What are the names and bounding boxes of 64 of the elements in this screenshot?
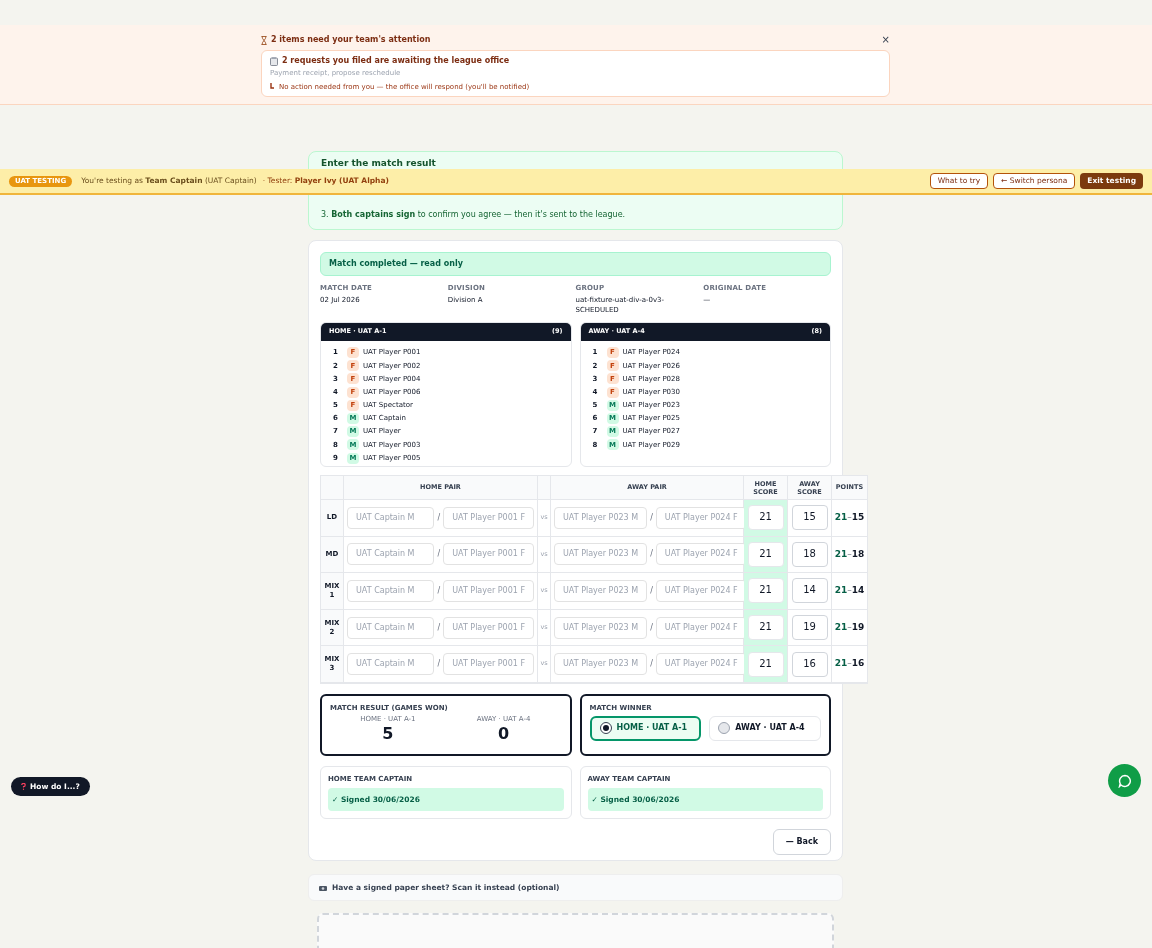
pair-separator: / xyxy=(650,621,653,634)
player-select[interactable]: UAT Captain M xyxy=(347,653,435,676)
pair-separator: / xyxy=(437,585,441,597)
score-input[interactable]: 16 xyxy=(791,651,828,677)
pair-separator: / xyxy=(437,658,441,671)
score-input[interactable]: 19 xyxy=(791,615,828,641)
question-icon xyxy=(21,783,26,790)
player-select[interactable]: UAT Player P001 F xyxy=(443,616,534,639)
games-won: 0 xyxy=(497,724,511,745)
player-select[interactable]: UAT Player P001 F xyxy=(443,580,534,602)
winner-option[interactable]: AWAY · UAT A-4 xyxy=(709,715,821,741)
score-input[interactable]: 21 xyxy=(747,651,784,677)
points-result: 21–18 xyxy=(833,547,866,561)
pair-separator: / xyxy=(650,511,653,524)
player-select[interactable]: UAT Player P023 M xyxy=(554,616,648,639)
pair-separator: / xyxy=(437,548,441,561)
player-select[interactable]: UAT Player P023 M xyxy=(554,506,648,529)
close-button[interactable]: × xyxy=(881,35,890,45)
winner-option[interactable]: HOME · UAT A-1 xyxy=(589,715,702,741)
player-select[interactable]: UAT Player P001 F xyxy=(443,543,534,566)
pair-separator: / xyxy=(437,621,441,634)
points-result: 21–15 xyxy=(833,511,866,525)
player-select[interactable]: UAT Captain M xyxy=(347,616,435,639)
score-input[interactable]: 21 xyxy=(747,541,784,567)
points-result: 21–14 xyxy=(833,584,866,598)
instructions-title: Enter the match result xyxy=(321,158,437,169)
hourglass-icon xyxy=(261,35,267,45)
score-input[interactable]: 14 xyxy=(791,578,828,604)
player-select[interactable]: UAT Player P024 F xyxy=(655,653,747,676)
radio-icon xyxy=(718,722,731,735)
player-select[interactable]: UAT Player P024 F xyxy=(655,580,747,602)
pair-separator: / xyxy=(650,585,653,597)
back-button[interactable]: — Back xyxy=(772,828,831,855)
score-input[interactable]: 15 xyxy=(791,505,828,531)
player-select[interactable]: UAT Player P001 F xyxy=(443,653,534,676)
pair-separator: / xyxy=(437,511,441,524)
score-input[interactable]: 21 xyxy=(747,505,784,531)
chat-button[interactable] xyxy=(1108,764,1141,797)
player-select[interactable]: UAT Player P024 F xyxy=(655,616,747,639)
player-select[interactable]: UAT Player P024 F xyxy=(655,506,747,529)
player-select[interactable]: UAT Captain M xyxy=(347,580,435,602)
player-select[interactable]: UAT Captain M xyxy=(347,506,435,529)
clipboard-icon xyxy=(270,56,278,66)
instructions-step: 3. Both captains sign to confirm you agree — then it's sent to the league. xyxy=(321,209,830,221)
player-select[interactable]: UAT Player P023 M xyxy=(554,580,648,602)
score-input[interactable]: 21 xyxy=(747,615,784,641)
player-select[interactable]: UAT Player P024 F xyxy=(655,543,747,566)
points-result: 21–16 xyxy=(833,657,866,671)
pair-separator: / xyxy=(650,548,653,561)
request-title: 2 requests you filed are awaiting the league office xyxy=(282,55,510,67)
chat-icon xyxy=(1117,773,1132,788)
score-input[interactable]: 21 xyxy=(747,578,784,604)
player-select[interactable]: UAT Player P001 F xyxy=(443,506,534,529)
player-select[interactable]: UAT Captain M xyxy=(347,543,435,566)
pair-separator: / xyxy=(650,658,653,671)
points-result: 21–19 xyxy=(833,620,866,634)
radio-icon xyxy=(599,722,612,735)
score-input[interactable]: 18 xyxy=(791,541,828,567)
player-select[interactable]: UAT Player P023 M xyxy=(554,653,648,676)
games-won: 5 xyxy=(381,724,395,745)
camera-icon xyxy=(319,884,327,891)
status-banner: Match completed — read only xyxy=(320,252,831,276)
attention-title: 2 items need your team's attention xyxy=(271,34,431,46)
player-select[interactable]: UAT Player P023 M xyxy=(554,543,648,566)
